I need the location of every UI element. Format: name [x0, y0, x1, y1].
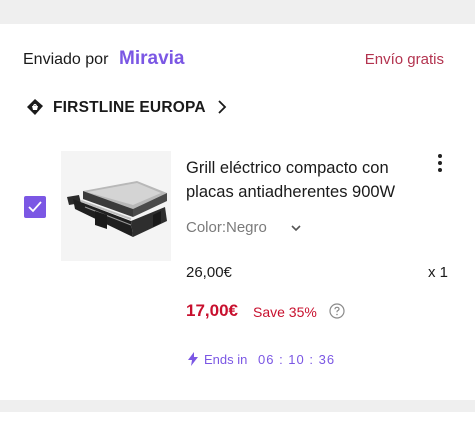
- grill-image: [67, 181, 167, 237]
- countdown-timer: 06 : 10 : 36: [258, 352, 336, 367]
- original-price: 26,00€: [186, 264, 232, 281]
- more-options-icon[interactable]: [435, 152, 445, 174]
- top-separator: [0, 0, 475, 24]
- product-title[interactable]: Grill eléctrico compacto con placas anti…: [186, 156, 421, 204]
- ends-in-label: Ends in: [204, 352, 248, 367]
- seller-row: Enviado por Miravia Envío gratis: [23, 48, 448, 71]
- sent-by-label: Enviado por: [23, 51, 109, 68]
- variant-selector[interactable]: Color:Negro: [186, 219, 267, 236]
- help-icon[interactable]: [329, 303, 345, 319]
- store-name: FIRSTLINE EUROPA: [53, 99, 206, 116]
- free-shipping-label: Envío gratis: [364, 51, 444, 68]
- check-icon: [28, 201, 42, 213]
- quantity[interactable]: x 1: [428, 264, 448, 281]
- lightning-icon: [188, 352, 198, 366]
- chevron-right-icon: [218, 100, 227, 114]
- bottom-separator: [0, 400, 475, 412]
- store-link[interactable]: FIRSTLINE EUROPA: [26, 96, 286, 120]
- product-image[interactable]: [61, 151, 171, 261]
- chevron-down-icon[interactable]: [290, 222, 302, 234]
- discount-label: Save 35%: [253, 304, 317, 320]
- store-bag-icon: [27, 99, 43, 115]
- brand-name[interactable]: Miravia: [119, 48, 184, 70]
- sale-price: 17,00€: [186, 301, 238, 320]
- product-checkbox[interactable]: [24, 196, 46, 218]
